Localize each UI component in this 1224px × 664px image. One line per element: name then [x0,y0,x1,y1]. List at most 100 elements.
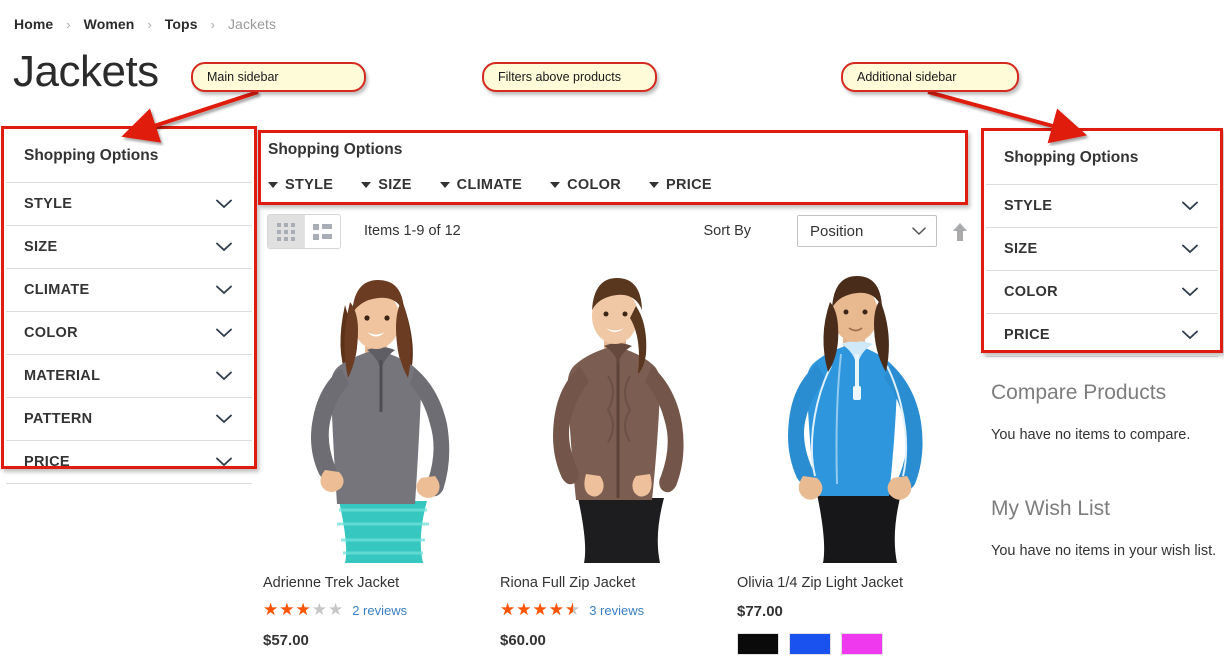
product-card[interactable]: Riona Full Zip Jacket ★★★★★ ★★★★★ 3 revi… [500,258,737,664]
right-sidebar-filter-color[interactable]: COLOR [986,270,1218,313]
page-title: Jackets [13,47,159,96]
product-color-swatches [737,633,974,656]
reviews-link[interactable]: 2 reviews [352,603,407,618]
grid-icon [277,222,295,241]
chevron-down-icon [912,223,926,240]
product-image[interactable] [500,258,737,563]
filter-label: CLIMATE [24,282,90,298]
filter-label: MATERIAL [24,368,101,384]
right-sidebar-filter-price[interactable]: PRICE [986,313,1218,357]
product-price: $60.00 [500,632,546,650]
product-rating[interactable]: ★★★★★ ★★★★★ 3 reviews [500,602,737,619]
page-root: Home › Women › Tops › Jackets Jackets Sh… [0,0,1224,664]
filter-label: PRICE [1004,327,1050,343]
sidebar-filter-climate[interactable]: CLIMATE [6,268,252,311]
arrow-to-main-sidebar [121,90,259,143]
wish-list-heading: My Wish List [991,497,1111,520]
top-filter-price[interactable]: PRICE [649,177,712,193]
top-filter-color[interactable]: COLOR [550,177,621,193]
filter-label: CLIMATE [456,177,523,193]
compare-products-heading: Compare Products [991,381,1167,404]
right-sidebar-heading: Shopping Options [1004,149,1139,166]
chevron-down-icon [216,457,232,467]
product-name[interactable]: Adrienne Trek Jacket [263,575,500,592]
filter-label: COLOR [24,325,78,341]
product-rating[interactable]: ★★★★★ ★★★★★ 2 reviews [263,602,500,619]
breadcrumb: Home › Women › Tops › Jackets [14,16,276,32]
filter-label: STYLE [285,177,334,193]
filters-above-products: Shopping Options STYLE SIZE CLIMATE COLO… [263,133,963,201]
caret-down-icon [649,182,659,188]
top-filter-climate[interactable]: CLIMATE [439,177,523,193]
caret-down-icon [268,182,278,188]
filter-label: COLOR [567,177,621,193]
product-card[interactable]: Olivia 1/4 Zip Light Jacket $77.00 [737,258,974,664]
swatch-magenta[interactable] [841,633,883,656]
product-grid: Adrienne Trek Jacket ★★★★★ ★★★★★ 2 revie… [263,258,975,664]
filter-label: SIZE [1004,241,1038,257]
product-name[interactable]: Olivia 1/4 Zip Light Jacket [737,575,974,592]
chevron-down-icon [216,328,232,338]
sidebar-filter-style[interactable]: STYLE [6,182,252,225]
chevron-down-icon [1182,244,1198,254]
sidebar-filter-color[interactable]: COLOR [6,311,252,354]
callout-additional-sidebar: Additional sidebar [841,62,1019,92]
breadcrumb-item-women[interactable]: Women [84,16,135,32]
grid-view-button[interactable] [268,215,304,248]
chevron-down-icon [216,242,232,252]
breadcrumb-separator-icon: › [147,16,152,32]
filter-label: PRICE [24,454,70,470]
caret-down-icon [361,182,372,188]
filter-label: STYLE [24,196,73,212]
chevron-down-icon [216,371,232,381]
product-name[interactable]: Riona Full Zip Jacket [500,575,737,592]
product-card[interactable]: Adrienne Trek Jacket ★★★★★ ★★★★★ 2 revie… [263,258,500,664]
view-mode-switcher [267,214,341,249]
breadcrumb-separator-icon: › [210,16,215,32]
sort-by-value: Position [810,222,864,240]
breadcrumb-item-tops[interactable]: Tops [165,16,198,32]
filter-label: PATTERN [24,411,93,427]
product-image[interactable] [737,258,974,563]
arrow-to-additional-sidebar [927,90,1088,144]
chevron-down-icon [216,285,232,295]
items-count-label: Items 1-9 of 12 [364,223,461,239]
product-price: $57.00 [263,632,309,650]
product-image[interactable] [263,258,500,563]
sidebar-filter-material[interactable]: MATERIAL [6,354,252,397]
right-sidebar-filter-style[interactable]: STYLE [986,184,1218,227]
list-icon [313,223,332,240]
wish-list-empty-text: You have no items in your wish list. [991,543,1217,559]
product-price: $77.00 [737,603,783,621]
top-filters-list: STYLE SIZE CLIMATE COLOR PRICE [263,159,963,193]
top-filters-heading: Shopping Options [268,141,403,158]
callout-filters-above-products: Filters above products [482,62,657,92]
star-rating-icon: ★★★★★ ★★★★★ [500,600,582,621]
filter-label: PRICE [666,177,712,193]
filter-label: COLOR [1004,284,1058,300]
star-rating-icon: ★★★★★ ★★★★★ [263,600,345,621]
compare-products-block: Compare Products You have no items to co… [991,381,1219,446]
breadcrumb-item-home[interactable]: Home [14,16,53,32]
list-view-button[interactable] [304,215,340,248]
callout-main-sidebar: Main sidebar [191,62,366,92]
chevron-down-icon [1182,287,1198,297]
swatch-blue[interactable] [789,633,831,656]
additional-sidebar: Shopping Options STYLE SIZE COLOR PRICE [986,133,1218,357]
top-filter-size[interactable]: SIZE [361,177,411,193]
sidebar-filter-price[interactable]: PRICE [6,440,252,484]
chevron-down-icon [216,414,232,424]
sort-by-label: Sort By [703,223,751,239]
sidebar-filter-pattern[interactable]: PATTERN [6,397,252,440]
right-sidebar-filter-size[interactable]: SIZE [986,227,1218,270]
caret-down-icon [439,182,450,188]
reviews-link[interactable]: 3 reviews [589,603,644,618]
top-filter-style[interactable]: STYLE [268,177,333,193]
swatch-black[interactable] [737,633,779,656]
sort-by-select[interactable]: Position [797,215,937,247]
sort-direction-button[interactable] [947,219,973,245]
chevron-down-icon [1182,330,1198,340]
products-toolbar: Items 1-9 of 12 Sort By Position [263,212,975,252]
chevron-down-icon [216,199,232,209]
sidebar-filter-size[interactable]: SIZE [6,225,252,268]
